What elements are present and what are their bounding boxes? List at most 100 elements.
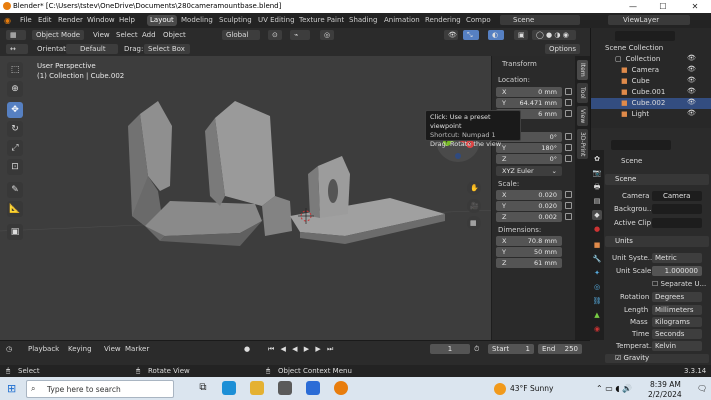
properties-search-input[interactable] <box>611 140 671 150</box>
tab-layout[interactable]: Layout <box>147 15 177 26</box>
section-scene[interactable]: Scene <box>605 174 709 185</box>
rotation-z-field[interactable]: Z 0° <box>496 154 562 164</box>
scale-tool-icon[interactable]: ⤢ <box>7 140 23 156</box>
view-menu[interactable]: View <box>93 30 110 40</box>
clock-date[interactable]: 2/2/2024 <box>648 390 682 399</box>
measure-tool-icon[interactable]: 📐 <box>7 201 23 217</box>
menu-file[interactable]: File <box>20 16 32 24</box>
unit-scale-field[interactable]: 1.000000 <box>652 266 702 276</box>
windows-start-icon[interactable]: ⊞ <box>7 382 16 395</box>
visibility-icon[interactable]: 👁 <box>444 30 458 40</box>
maximize-button[interactable]: ☐ <box>648 0 678 13</box>
start-frame-field[interactable]: Start 1 <box>488 344 534 354</box>
unit-system-dropdown[interactable]: Metric <box>652 253 702 263</box>
add-cube-tool-icon[interactable]: ▣ <box>7 224 23 240</box>
tab-sculpting[interactable]: Sculpting <box>216 15 255 26</box>
lock-icon[interactable] <box>565 155 572 162</box>
proportional-edit-icon[interactable]: ◎ <box>320 30 334 40</box>
scale-y-field[interactable]: Y 0.020 <box>496 201 562 211</box>
store-icon[interactable] <box>278 381 292 395</box>
timeline-editor-icon[interactable]: ◷ <box>6 344 12 354</box>
dimension-x-field[interactable]: X 70.8 mm <box>496 236 562 246</box>
rotate-tool-icon[interactable]: ↻ <box>7 121 23 137</box>
scene-tab-icon[interactable]: ◆ <box>592 210 602 220</box>
rotation-mode-dropdown[interactable]: XYZ Euler ⌄ <box>496 166 562 176</box>
mass-units-dropdown[interactable]: Kilograms <box>652 317 702 327</box>
options-dropdown[interactable]: Options <box>545 44 580 54</box>
mode-dropdown[interactable]: Object Mode <box>32 30 84 40</box>
dimension-y-field[interactable]: Y 50 mm <box>496 247 562 257</box>
constraints-tab-icon[interactable]: ⛓ <box>592 296 602 306</box>
edge-icon[interactable] <box>222 381 236 395</box>
pivot-icon[interactable]: ⊙ <box>268 30 282 40</box>
time-units-dropdown[interactable]: Seconds <box>652 329 702 339</box>
tab-animation[interactable]: Animation <box>381 15 423 26</box>
data-tab-icon[interactable]: ▲ <box>592 310 602 320</box>
menu-help[interactable]: Help <box>119 16 135 24</box>
grid-ortho-icon[interactable]: ▦ <box>470 219 477 227</box>
physics-tab-icon[interactable]: ◎ <box>592 282 602 292</box>
material-tab-icon[interactable]: ◉ <box>592 324 602 334</box>
annotate-tool-icon[interactable]: ✎ <box>7 182 23 198</box>
select-box-tool-icon[interactable]: ⬚ <box>7 62 23 78</box>
lock-icon[interactable] <box>565 191 572 198</box>
close-button[interactable]: ✕ <box>680 0 710 13</box>
lock-icon[interactable] <box>565 88 572 95</box>
editor-type-icon[interactable]: ▦ <box>6 30 26 40</box>
record-icon[interactable]: ● <box>244 344 250 354</box>
eye-icon[interactable]: 👁 <box>687 98 696 106</box>
playback-menu[interactable]: Playback <box>28 344 59 354</box>
tab-shading[interactable]: Shading <box>346 15 380 26</box>
tab-view[interactable]: View <box>577 106 588 126</box>
tab-item[interactable]: Item <box>577 60 588 80</box>
move-tool-icon[interactable]: ✥ <box>7 102 23 118</box>
tool-tab-icon[interactable]: ✿ <box>592 154 602 164</box>
eye-icon[interactable]: 👁 <box>687 109 696 117</box>
blender-menu-icon[interactable]: ◉ <box>4 16 11 25</box>
blender-taskbar-icon[interactable] <box>334 381 348 395</box>
eye-icon[interactable]: 👁 <box>687 87 696 95</box>
tab-tool[interactable]: Tool <box>577 83 588 103</box>
drag-dropdown[interactable]: Select Box <box>144 44 190 54</box>
dimension-z-field[interactable]: Z 61 mm <box>496 258 562 268</box>
eye-icon[interactable]: 👁 <box>687 76 696 84</box>
keying-menu[interactable]: Keying <box>68 344 92 354</box>
gizmo-toggle-icon[interactable]: ⤡ <box>463 30 479 40</box>
tab-texture-paint[interactable]: Texture Paint <box>296 15 347 26</box>
scene-selector[interactable]: Scene <box>500 15 580 25</box>
tab-compositing[interactable]: Compo <box>463 15 494 26</box>
scale-z-field[interactable]: Z 0.002 <box>496 212 562 222</box>
clock-time[interactable]: 8:39 AM <box>650 380 681 389</box>
shading-modes[interactable]: ◯ ● ◑ ◉ <box>532 30 576 40</box>
scale-x-field[interactable]: X 0.020 <box>496 190 562 200</box>
lock-icon[interactable] <box>565 202 572 209</box>
section-units[interactable]: Units <box>605 236 709 247</box>
mail-icon[interactable] <box>306 381 320 395</box>
lock-icon[interactable] <box>565 133 572 140</box>
outliner-scene-collection[interactable]: Scene Collection <box>591 43 711 54</box>
minimize-button[interactable]: — <box>618 0 648 13</box>
stopwatch-icon[interactable]: ⏱ <box>474 344 479 354</box>
location-y-field[interactable]: Y 64.471 mm <box>496 98 562 108</box>
rotation-units-dropdown[interactable]: Degrees <box>652 292 702 302</box>
marker-menu[interactable]: Marker <box>125 344 149 354</box>
eye-icon[interactable]: 👁 <box>687 65 696 73</box>
select-menu[interactable]: Select <box>116 30 138 40</box>
add-menu[interactable]: Add <box>142 30 156 40</box>
section-gravity[interactable]: ☑ Gravity <box>605 354 709 363</box>
location-x-field[interactable]: X 0 mm <box>496 87 562 97</box>
snap-icon[interactable]: ⌁ <box>290 30 310 40</box>
lock-icon[interactable] <box>565 110 572 117</box>
file-explorer-icon[interactable] <box>250 381 264 395</box>
transform-tool-icon[interactable]: ⊡ <box>7 159 23 175</box>
output-tab-icon[interactable]: 🖶 <box>592 182 602 192</box>
overlays-toggle-icon[interactable]: ◐ <box>488 30 504 40</box>
length-units-dropdown[interactable]: Millimeters <box>652 305 702 315</box>
lock-icon[interactable] <box>565 144 572 151</box>
active-clip-field[interactable] <box>652 218 702 228</box>
view-layer-tab-icon[interactable]: ▤ <box>592 196 602 206</box>
taskbar-search-input[interactable]: ⌕ Type here to search <box>26 380 174 398</box>
view-layer-selector[interactable]: ViewLayer <box>608 15 690 25</box>
tool-icon[interactable]: ↔ <box>6 44 28 54</box>
background-field[interactable] <box>652 204 702 214</box>
